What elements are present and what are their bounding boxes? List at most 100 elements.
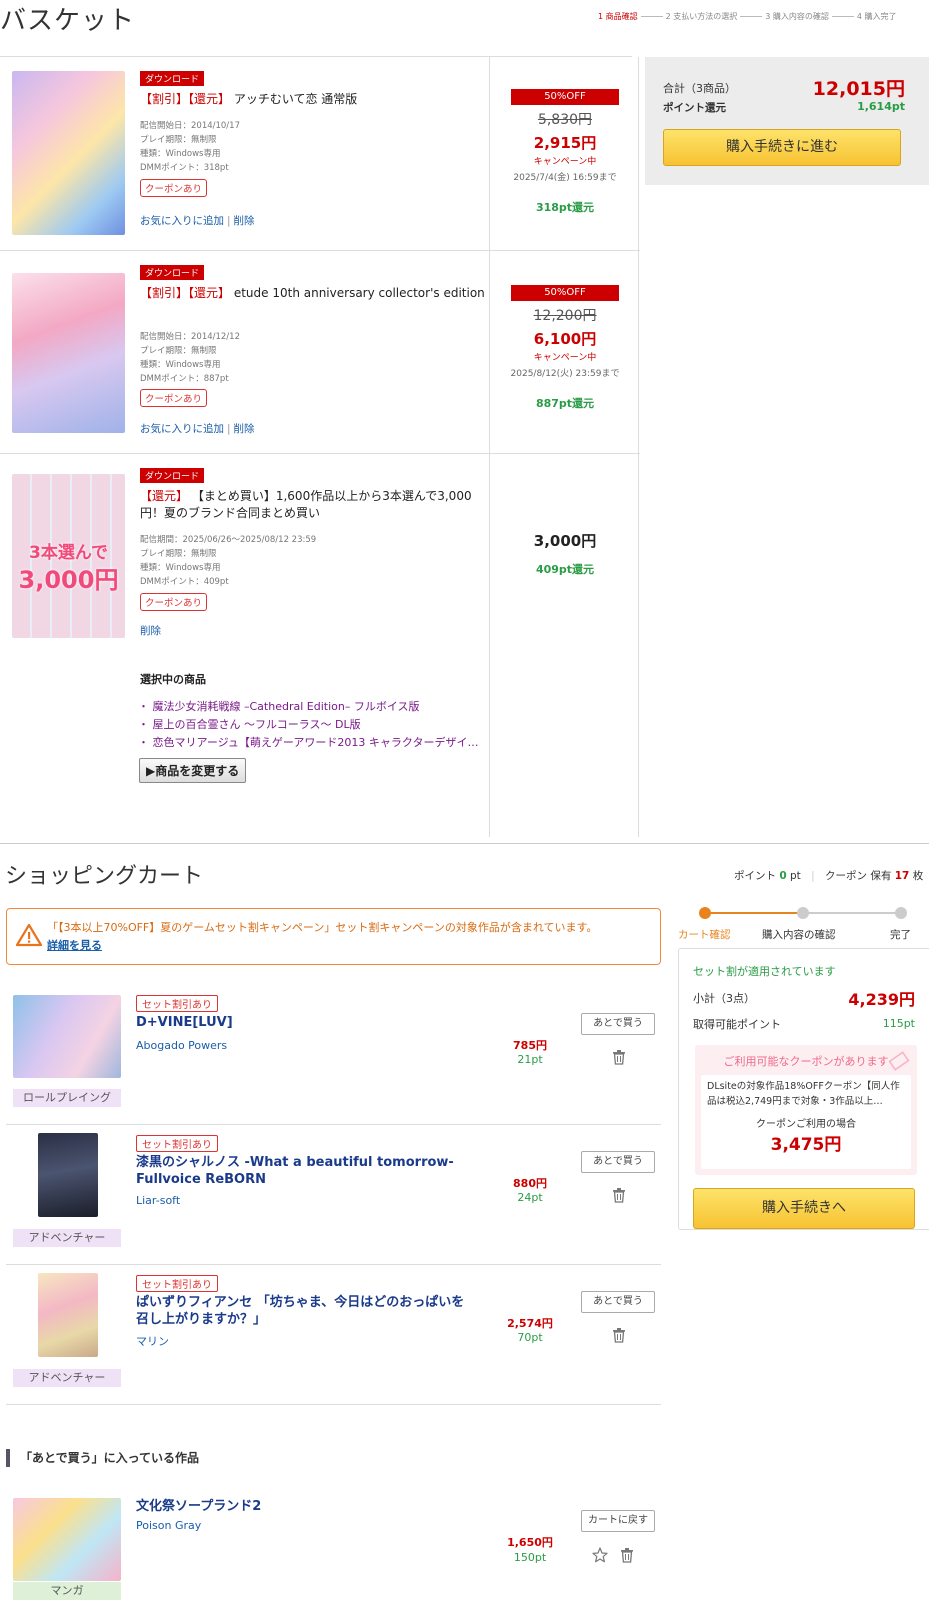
return-to-cart-button[interactable]: カートに戻す	[581, 1510, 655, 1532]
product-title[interactable]: 漆黒のシャルノス -What a beautiful tomorrow- Ful…	[136, 1154, 476, 1188]
coupon-available: ご利用可能なクーポンがあります	[723, 1055, 889, 1068]
page-title: バスケット	[0, 6, 136, 36]
product-meta: 配信開始日：2014/10/17 プレイ期限：無制限 種類：Windows専用 DMM…	[140, 121, 240, 173]
product-title[interactable]: 【割引】【還元】 etude 10th anniversary collecto…	[140, 285, 485, 302]
discount-badge: 50%OFF	[511, 89, 619, 105]
item-points: 24pt	[517, 1191, 543, 1204]
warning-icon	[16, 923, 42, 947]
cart-summary: セット割が適用されています 小計（3点） 4,239円 取得可能ポイント 115…	[678, 948, 929, 1230]
total-label: 合計（3商品）	[663, 82, 736, 95]
trash-icon[interactable]	[612, 1327, 626, 1343]
campaign-label: キャンペーン中	[533, 157, 597, 167]
coupon-badge: クーポンあり	[140, 179, 208, 197]
delete-link[interactable]: 削除	[140, 625, 161, 637]
proceed-checkout-button[interactable]: 購入手続きに進む	[663, 129, 901, 166]
total-points: 1,614pt	[857, 100, 905, 113]
basket-item: ダウンロード 【割引】【還元】 etude 10th anniversary c…	[0, 251, 640, 454]
order-summary: 合計（3商品） 12,015円 ポイント還元 1,614pt 購入手続きに進む	[645, 57, 929, 185]
maker-link[interactable]: Poison Gray	[136, 1519, 201, 1532]
coupon-ticket-icon	[888, 1051, 910, 1071]
item-price: 880円	[513, 1177, 547, 1190]
add-favorite-link[interactable]: お気に入りに追加	[140, 215, 224, 227]
selected-item[interactable]: ・ 魔法少女消耗戦線 –Cathedral Edition– フルボイス版	[138, 698, 420, 714]
buy-later-heading: 「あとで買う」に入っている作品	[6, 1449, 199, 1467]
points-value: 115pt	[882, 1017, 915, 1030]
product-meta: 配信期間：2025/06/26～2025/08/12 23:59 プレイ期限：無制…	[140, 535, 317, 587]
product-thumbnail[interactable]	[13, 995, 121, 1078]
maker-link[interactable]: Abogado Powers	[136, 1039, 227, 1052]
total-price: 12,015円	[812, 78, 905, 100]
step-2: 2 支払い方法の選択	[665, 12, 738, 21]
item-points: 70pt	[517, 1331, 543, 1344]
product-title[interactable]: 【還元】 【まとめ買い】1,600作品以上から3本選んで3,000円！夏のブラン…	[140, 488, 485, 522]
set-discount-badge: セット割引あり	[136, 1275, 218, 1292]
star-icon[interactable]	[592, 1547, 608, 1563]
checkout-button[interactable]: 購入手続きへ	[693, 1188, 915, 1229]
cart-progress: カート確認 購入内容の確認 完了	[678, 906, 923, 946]
genre-tag[interactable]: マンガ	[13, 1582, 121, 1600]
coupon-box[interactable]: ご利用可能なクーポンがあります DLsiteの対象作品18%OFFクーポン【同人…	[695, 1045, 917, 1175]
item-price: 785円	[513, 1039, 547, 1052]
selected-item[interactable]: ・ 恋色マリアージュ【萌えゲーアワード2013 キャラクターデザイ…	[138, 734, 478, 750]
product-thumbnail[interactable]	[13, 1498, 121, 1581]
original-price: 12,200円	[533, 308, 597, 324]
buy-later-button[interactable]: あとで買う	[581, 1151, 655, 1173]
genre-tag[interactable]: アドベンチャー	[13, 1369, 121, 1387]
product-thumbnail[interactable]	[38, 1133, 98, 1217]
add-favorite-link[interactable]: お気に入りに追加	[140, 423, 224, 435]
genre-tag[interactable]: ロールプレイング	[13, 1089, 121, 1107]
alert-text: 「【3本以上70%OFF】夏のゲームセット割キャンペーン」セット割キャンペーンの…	[47, 921, 598, 934]
delete-link[interactable]: 削除	[234, 423, 255, 435]
basket-item: ダウンロード 【割引】【還元】 アッチむいて恋 通常版 配信開始日：2014/1…	[0, 57, 640, 251]
step-3: 3 購入内容の確認	[765, 12, 829, 21]
delete-link[interactable]: 削除	[234, 215, 255, 227]
product-thumbnail[interactable]	[12, 273, 125, 433]
points-label: 取得可能ポイント	[693, 1018, 781, 1031]
trash-icon[interactable]	[620, 1547, 634, 1563]
genre-tag[interactable]: アドベンチャー	[13, 1229, 121, 1247]
buy-later-button[interactable]: あとで買う	[581, 1013, 655, 1035]
selected-item[interactable]: ・ 屋上の百合霊さん ～フルコーラス～ DL版	[138, 716, 361, 732]
trash-icon[interactable]	[612, 1187, 626, 1203]
points-reward: 318pt還元	[535, 201, 595, 214]
set-discount-badge: セット割引あり	[136, 995, 218, 1012]
maker-link[interactable]: Liar-soft	[136, 1194, 180, 1207]
coupon-badge: クーポンあり	[140, 593, 208, 611]
change-items-button[interactable]: ▶商品を変更する	[139, 758, 247, 783]
sale-price: 6,100円	[533, 330, 597, 348]
points-reward: 887pt還元	[535, 397, 595, 410]
progress-step-confirm: 購入内容の確認	[762, 929, 836, 941]
sale-price: 2,915円	[533, 134, 597, 152]
trash-icon[interactable]	[612, 1049, 626, 1065]
checkout-steps: 1 商品確認 2 支払い方法の選択 3 購入内容の確認 4 購入完了	[598, 11, 897, 22]
cart-item: アドベンチャー セット割引あり 漆黒のシャルノス -What a beautif…	[6, 1125, 661, 1265]
campaign-until: 2025/7/4(金) 16:59まで	[513, 173, 617, 183]
product-title[interactable]: 文化祭ソープランド2	[136, 1498, 476, 1515]
points-reward: 409pt還元	[535, 563, 595, 576]
campaign-label: キャンペーン中	[533, 353, 597, 363]
download-badge: ダウンロード	[140, 71, 205, 86]
product-title[interactable]: ぱいずりフィアンセ 「坊ちゃま、今日はどのおっぱいを召し上がりますか？」	[136, 1294, 476, 1328]
discount-badge: 50%OFF	[511, 285, 619, 301]
item-points: 150pt	[513, 1551, 547, 1564]
selected-items-title: 選択中の商品	[140, 673, 206, 686]
details-link[interactable]: 詳細を見る	[47, 939, 102, 952]
maker-link[interactable]: マリン	[136, 1333, 169, 1349]
coupon-description: DLsiteの対象作品18%OFFクーポン【同人作品は税込2,749円まで対象・…	[707, 1081, 900, 1107]
item-price: 1,650円	[507, 1536, 553, 1549]
download-badge: ダウンロード	[140, 468, 205, 483]
set-discount-applied: セット割が適用されています	[693, 965, 836, 978]
item-points: 21pt	[517, 1053, 543, 1066]
cart-item: ロールプレイング セット割引あり D+VINE[LUV] Abogado Pow…	[6, 985, 661, 1125]
price: 3,000円	[533, 532, 597, 550]
product-title[interactable]: 【割引】【還元】 アッチむいて恋 通常版	[140, 91, 480, 108]
step-4: 4 購入完了	[856, 12, 897, 21]
buy-later-button[interactable]: あとで買う	[581, 1291, 655, 1313]
product-thumbnail[interactable]: 3本選んで 3,000円	[12, 474, 125, 638]
cart-title: ショッピングカート	[5, 864, 204, 889]
product-title[interactable]: D+VINE[LUV]	[136, 1014, 476, 1031]
original-price: 5,830円	[537, 112, 593, 128]
progress-step-complete: 完了	[890, 929, 911, 941]
product-thumbnail[interactable]	[38, 1273, 98, 1357]
product-thumbnail[interactable]	[12, 71, 125, 235]
